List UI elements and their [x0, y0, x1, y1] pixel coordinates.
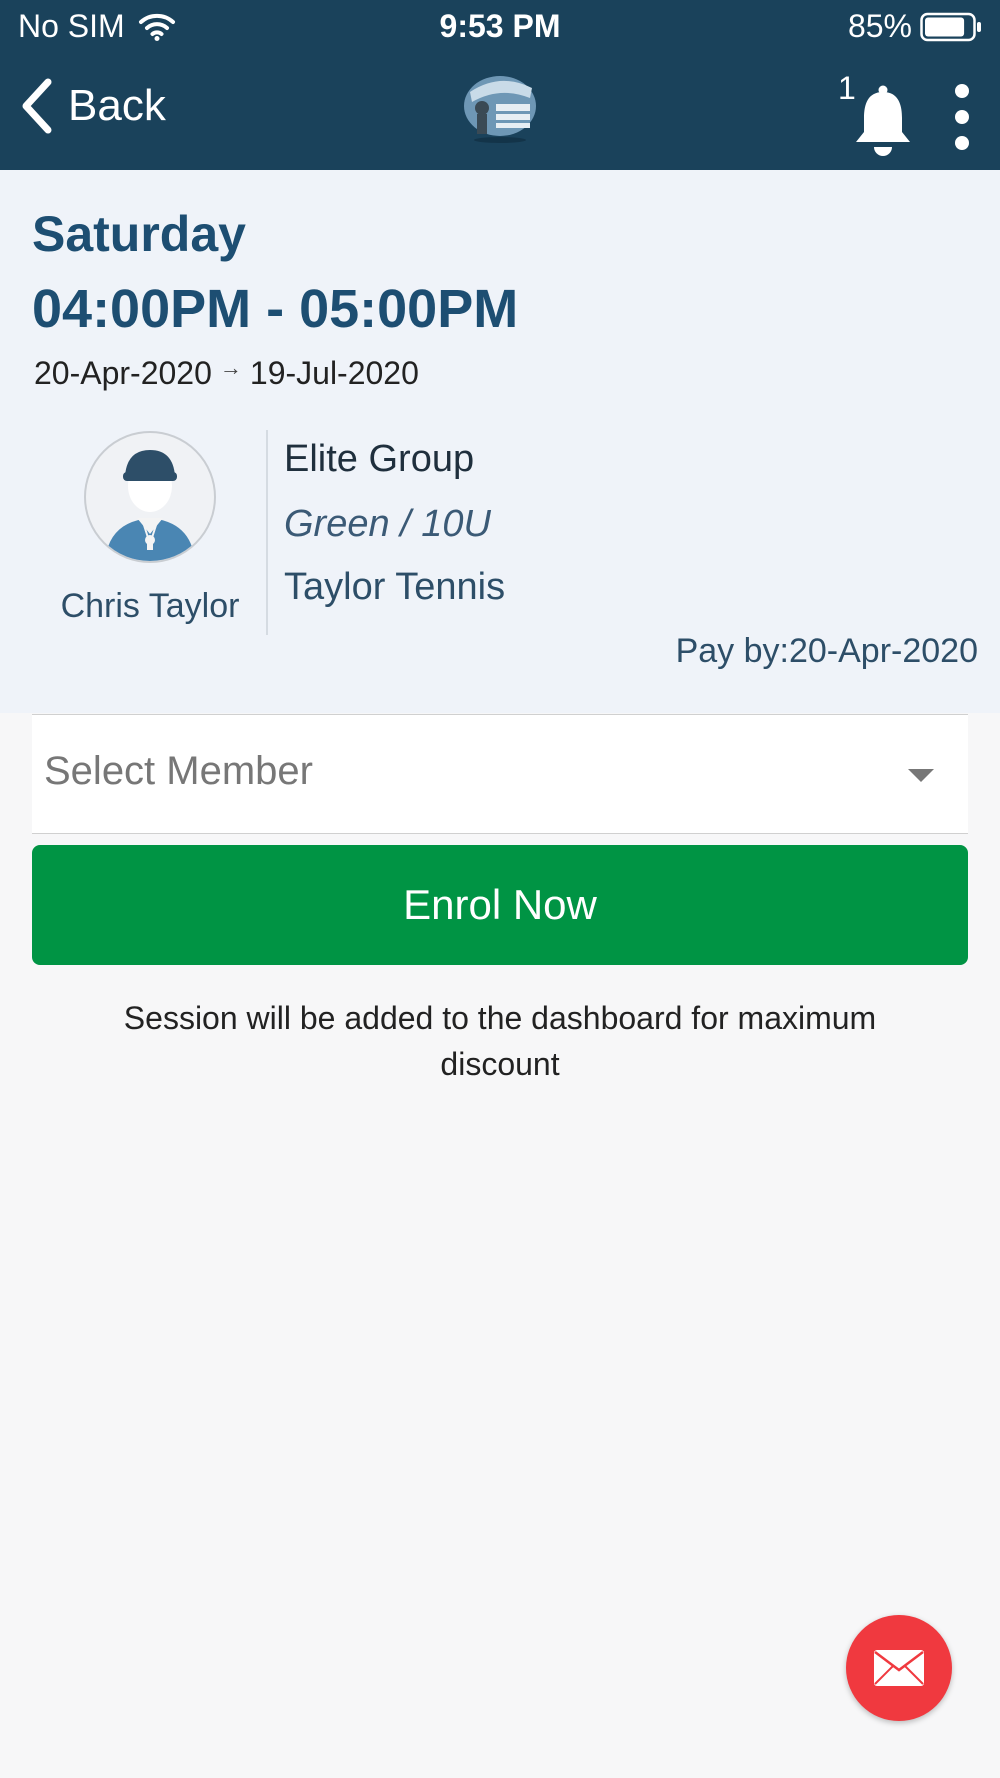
more-vertical-icon-dot [955, 84, 969, 98]
top-bar: No SIM 9:53 PM 85% Back 1 [0, 0, 1000, 170]
session-card: Saturday 04:00PM - 05:00PM 20-Apr-2020 →… [0, 170, 1000, 713]
back-label: Back [68, 81, 166, 130]
battery-group: 85% [848, 8, 982, 45]
academy-name: Taylor Tennis [284, 566, 506, 608]
coach-block: Chris Taylor [40, 430, 260, 626]
more-menu-button[interactable] [950, 84, 974, 154]
enrol-now-button[interactable]: Enrol Now [32, 845, 968, 965]
taylor-tennis-logo [464, 76, 536, 143]
chevron-left-icon [22, 78, 52, 134]
member-select-placeholder: Select Member [44, 749, 313, 793]
group-name: Elite Group [284, 438, 475, 480]
battery-percent: 85% [847, 8, 912, 44]
member-select[interactable]: Select Member [32, 714, 968, 834]
more-vertical-icon-dot [955, 110, 969, 124]
session-time-range: 04:00PM - 05:00PM [32, 279, 519, 339]
session-dates: 20-Apr-2020 → 19-Jul-2020 [34, 355, 419, 392]
bell-icon [856, 85, 910, 156]
back-button[interactable]: Back [20, 78, 166, 134]
group-level: Green / 10U [284, 503, 491, 545]
session-day: Saturday [32, 206, 246, 262]
pay-by-date: Pay by:20-Apr-2020 [675, 632, 978, 670]
status-bar: No SIM 9:53 PM 85% [0, 0, 1000, 56]
coach-avatar-icon [84, 431, 216, 563]
start-date: 20-Apr-2020 [34, 355, 212, 391]
coach-name: Chris Taylor [60, 587, 240, 625]
notifications-button[interactable]: 1 [838, 70, 918, 160]
divider [266, 430, 268, 635]
mail-fab-button[interactable] [846, 1615, 952, 1721]
arrow-right-icon: → [219, 354, 242, 380]
battery-icon [920, 12, 981, 41]
nav-bar: Back 1 [0, 56, 1000, 170]
end-date: 19-Jul-2020 [249, 355, 419, 391]
enrol-note: Session will be added to the dashboard f… [123, 1000, 877, 1082]
group-details: Elite Group Green / 10U Taylor Tennis [284, 438, 505, 609]
mail-icon [874, 1650, 924, 1686]
caret-down-icon [908, 769, 934, 782]
more-vertical-icon-dot [955, 136, 969, 150]
